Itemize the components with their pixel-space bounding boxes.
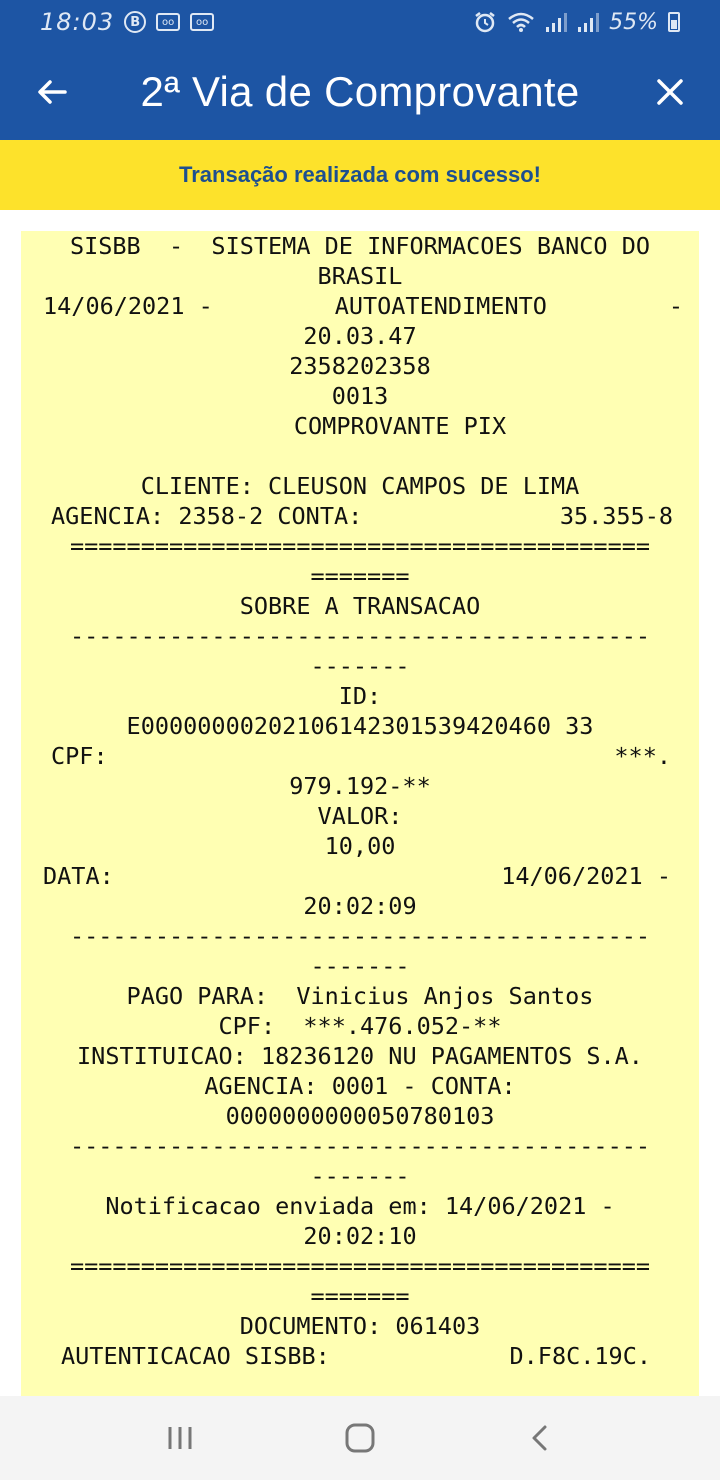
receipt-line: BRASIL <box>317 262 403 290</box>
receipt-scroll-area[interactable]: SISBB - SISTEMA DE INFORMACOES BANCO DO … <box>0 210 720 1396</box>
success-banner: Transação realizada com sucesso! <box>0 140 720 210</box>
receipt-date-label: DATA: <box>43 862 114 890</box>
receipt-date-value: 14/06/2021 - <box>501 862 671 890</box>
voicemail-1-icon: oo <box>156 13 181 31</box>
receipt-row: DATA: 14/06/2021 - <box>29 861 691 891</box>
receipt-dash: - <box>668 292 683 320</box>
signal-1-icon <box>545 11 568 33</box>
receipt-id-label: ID: <box>338 682 382 710</box>
status-left: 18:03 B oo oo <box>40 8 215 36</box>
receipt-section-title: SOBRE A TRANSACAO <box>239 592 481 620</box>
receipt-blank <box>29 441 691 471</box>
receipt-separator: ========================================… <box>69 1252 651 1280</box>
receipt-document: DOCUMENTO: 061403 <box>239 1312 481 1340</box>
receipt-separator: ======= <box>310 1282 410 1310</box>
back-chevron-icon <box>532 1425 547 1451</box>
receipt-id-value: E00000000202106142301539420460 33 <box>126 712 594 740</box>
receipt-channel: AUTOATENDIMENTO <box>334 292 547 320</box>
receipt-row: AGENCIA: 2358-2 CONTA: 35.355-8 <box>29 501 691 531</box>
receipt-separator: ========================================… <box>69 532 651 560</box>
close-button[interactable] <box>646 68 694 116</box>
receipt-separator: ----------------------------------------… <box>69 622 651 650</box>
receipt-line: SISBB - SISTEMA DE INFORMACOES BANCO DO <box>69 232 651 260</box>
home-button[interactable] <box>330 1408 390 1468</box>
status-time: 18:03 <box>40 8 115 36</box>
receipt-separator: ------- <box>310 1162 410 1190</box>
receipt-separator: ------- <box>310 952 410 980</box>
receipt-separator: ======= <box>310 562 410 590</box>
receipt-line: 2358202358 <box>289 352 431 380</box>
voicemail-2-icon: oo <box>190 13 215 31</box>
receipt-client: CLIENTE: CLEUSON CAMPOS DE LIMA <box>140 472 580 500</box>
receipt: SISBB - SISTEMA DE INFORMACOES BANCO DO … <box>21 231 699 1396</box>
receipt-row: 14/06/2021 - AUTOATENDIMENTO - <box>29 291 691 321</box>
recents-icon <box>168 1427 192 1449</box>
receipt-value-label: VALOR: <box>317 802 403 830</box>
nav-back-button[interactable] <box>510 1408 570 1468</box>
receipt-auth-value: D.F8C.19C. <box>509 1342 651 1370</box>
app-header: 2ª Via de Comprovante <box>0 44 720 140</box>
receipt-separator: ----------------------------------------… <box>69 922 651 950</box>
status-bar: 18:03 B oo oo 55% <box>0 0 720 44</box>
page-title: 2ª Via de Comprovante <box>140 68 580 115</box>
receipt-row: AUTENTICACAO SISBB: D.F8C.19C. <box>29 1341 691 1371</box>
receipt-auth-label: AUTENTICACAO SISBB: <box>61 1342 330 1370</box>
back-button[interactable] <box>28 68 76 116</box>
receipt-type: COMPROVANTE PIX <box>293 412 507 440</box>
success-message: Transação realizada com sucesso! <box>179 162 541 187</box>
receipt-payee-account: 0000000000050780103 <box>225 1102 495 1130</box>
receipt-date: 14/06/2021 - <box>43 292 213 320</box>
receipt-payee-agency: AGENCIA: 0001 - CONTA: <box>204 1072 516 1100</box>
status-right: 55% <box>473 10 680 35</box>
receipt-cpf-value: 979.192-** <box>289 772 431 800</box>
receipt-row: CPF: ***. <box>29 741 691 771</box>
home-icon <box>345 1423 375 1453</box>
receipt-cpf-prefix: ***. <box>614 742 671 770</box>
arrow-left-icon <box>38 80 67 104</box>
receipt-notification-time: 20:02:10 <box>303 1222 417 1250</box>
close-icon <box>657 79 683 105</box>
battery-icon <box>668 12 680 32</box>
battery-percent: 55% <box>609 9 658 35</box>
system-nav-bar <box>0 1396 720 1480</box>
receipt-payee: PAGO PARA: Vinicius Anjos Santos <box>126 982 594 1010</box>
receipt-value: 10,00 <box>324 832 396 860</box>
receipt-payee-cpf: CPF: ***.476.052-** <box>218 1012 502 1040</box>
wifi-icon <box>507 11 535 33</box>
receipt-notification: Notificacao enviada em: 14/06/2021 - <box>105 1192 615 1220</box>
recents-button[interactable] <box>150 1408 210 1468</box>
receipt-line: 20.03.47 <box>303 322 417 350</box>
receipt-cpf-label: CPF: <box>51 742 108 770</box>
receipt-separator: ----------------------------------------… <box>69 1132 651 1160</box>
receipt-line: 0013 <box>331 382 389 410</box>
receipt-institution: INSTITUICAO: 18236120 NU PAGAMENTOS S.A. <box>77 1042 643 1070</box>
signal-2-icon <box>577 11 600 33</box>
receipt-agency-label: AGENCIA: 2358-2 CONTA: <box>51 502 363 530</box>
receipt-account: 35.355-8 <box>559 502 673 530</box>
receipt-time: 20:02:09 <box>303 892 417 920</box>
b-circle-icon: B <box>124 11 147 33</box>
alarm-icon <box>473 10 497 34</box>
receipt-separator: ------- <box>310 652 410 680</box>
